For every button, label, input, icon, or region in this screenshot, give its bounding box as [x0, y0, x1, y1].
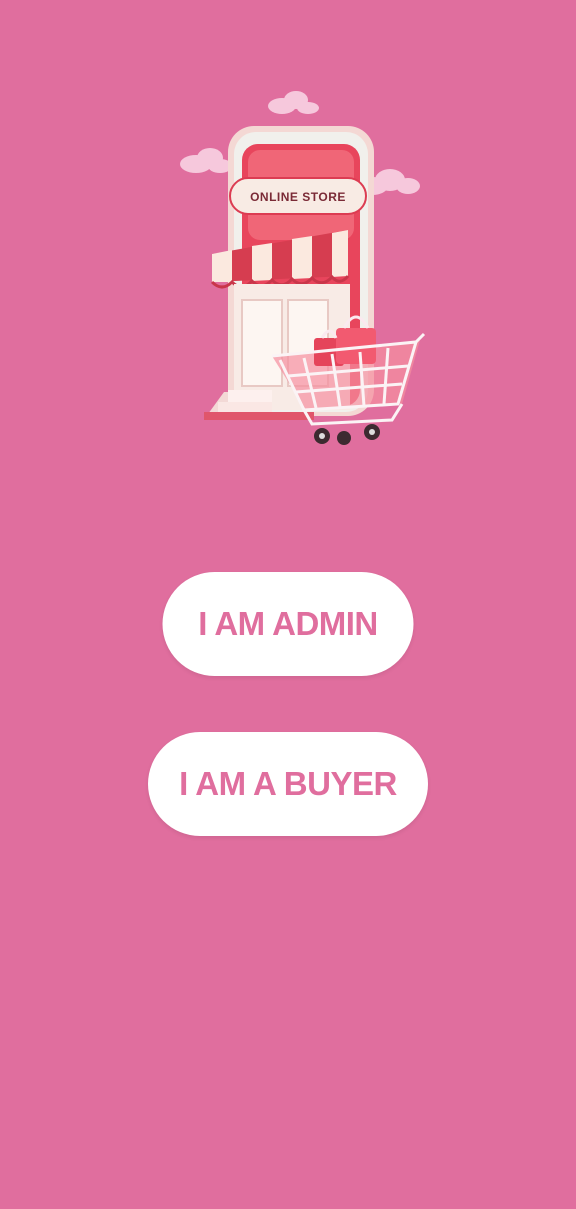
online-store-illustration: ONLINE STORE — [176, 86, 432, 450]
online-store-sign: ONLINE STORE — [250, 190, 346, 204]
buyer-button[interactable]: I AM A BUYER — [148, 732, 428, 836]
admin-button[interactable]: I AM ADMIN — [162, 572, 414, 676]
